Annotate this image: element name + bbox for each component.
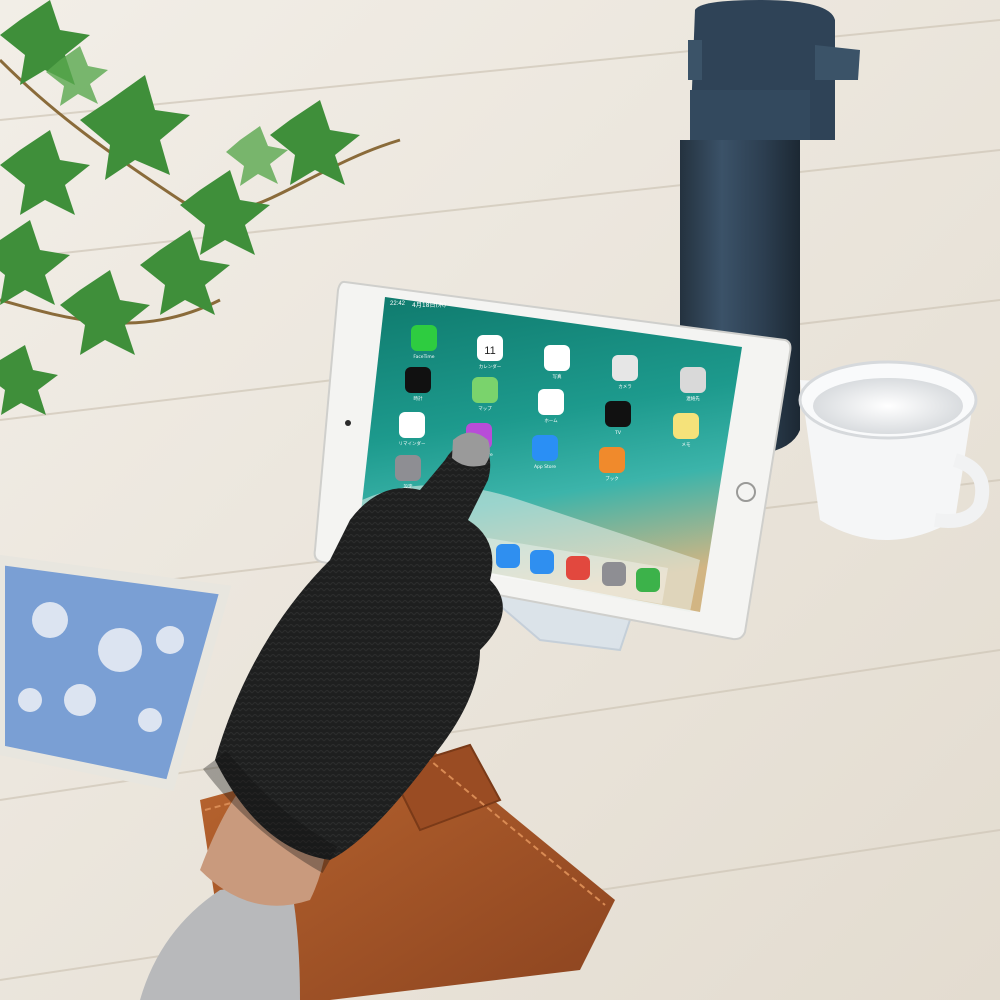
touch-fingertip [452, 432, 490, 467]
hand-layer [140, 432, 503, 1000]
gloved-hand [140, 432, 503, 1000]
photo-scene: 22:42 4月18日(木) FaceTime カレンダー 写真 カメラ 連絡先 時計 マッ… [0, 0, 1000, 1000]
